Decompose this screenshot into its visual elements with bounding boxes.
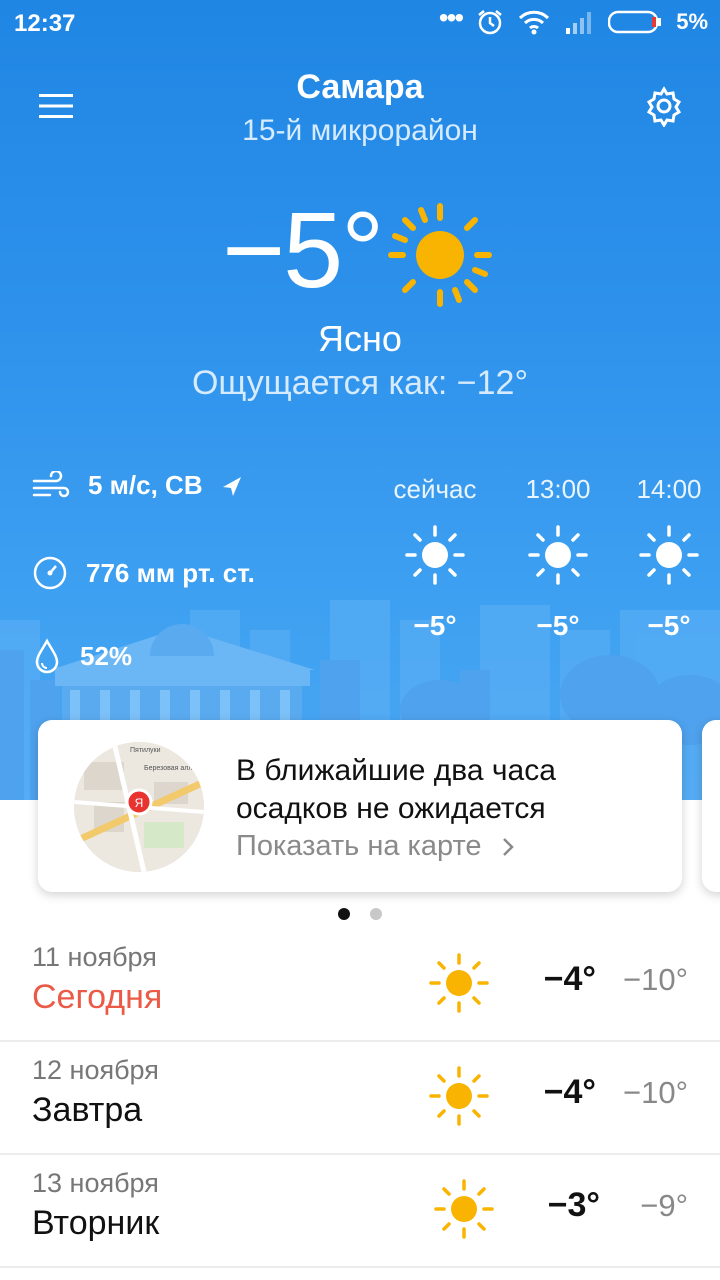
pager-dot[interactable]	[370, 908, 382, 920]
wind-detail: 5 м/с, СВ	[32, 470, 243, 501]
pressure-detail: 776 мм рт. ст.	[32, 555, 255, 591]
battery-percent: 5%	[676, 9, 708, 34]
show-on-map-link[interactable]: Показать на карте	[236, 830, 516, 863]
status-bar: 12:37 ••• 5%	[0, 0, 720, 50]
forecast-min-temp: −10°	[623, 962, 688, 997]
current-temperature: −5°	[222, 189, 384, 310]
pressure-gauge-icon	[33, 556, 67, 590]
precipitation-card[interactable]: Пятилуки Березовая аллея Я В ближайшие д…	[38, 720, 682, 892]
hour-label: сейчас	[393, 474, 477, 504]
hourly-item[interactable]: 14:00 −5°	[614, 474, 720, 642]
sun-icon	[405, 525, 465, 585]
forecast-date: 11 ноября	[32, 942, 157, 972]
forecast-date: 12 ноября	[32, 1055, 159, 1085]
humidity-value: 52%	[80, 640, 133, 671]
sun-icon	[429, 1066, 489, 1126]
sun-icon	[434, 1179, 494, 1239]
weather-condition: Ясно	[318, 318, 402, 359]
humidity-drop-icon	[35, 638, 59, 674]
pager-dot-active[interactable]	[338, 908, 350, 920]
forecast-max-temp: −4°	[543, 960, 596, 998]
settings-button[interactable]	[636, 78, 692, 134]
forecast-row[interactable]: 13 ноября Вторник −3° −9°	[0, 1154, 720, 1268]
hourly-item[interactable]: 13:00 −5°	[503, 474, 613, 642]
forecast-day-name: Вторник	[32, 1204, 160, 1242]
signal-icon	[566, 12, 592, 34]
sun-icon	[429, 953, 489, 1013]
wind-value: 5 м/с, СВ	[88, 470, 203, 500]
map-label: Березовая аллея	[144, 765, 200, 772]
next-card-peek[interactable]	[702, 720, 720, 892]
forecast-day-name: Сегодня	[32, 978, 163, 1016]
more-dots-icon: •••	[438, 2, 464, 33]
city-name[interactable]: Самара	[0, 68, 720, 107]
forecast-date: 13 ноября	[32, 1168, 159, 1198]
sun-icon	[388, 203, 492, 307]
forecast-max-temp: −3°	[547, 1186, 600, 1224]
forecast-row[interactable]: 11 ноября Сегодня −4° −10°	[0, 928, 720, 1042]
sun-icon	[639, 525, 699, 585]
pressure-value: 776 мм рт. ст.	[86, 557, 255, 588]
status-time: 12:37	[14, 10, 76, 37]
hour-temperature: −5°	[413, 610, 457, 641]
precipitation-message: В ближайшие два часа осадков не ожидаетс…	[236, 754, 556, 825]
forecast-min-temp: −9°	[640, 1188, 688, 1223]
forecast-min-temp: −10°	[623, 1075, 688, 1110]
show-on-map-label: Показать на карте	[236, 830, 482, 862]
hour-temperature: −5°	[647, 610, 691, 641]
forecast-max-temp: −4°	[543, 1073, 596, 1111]
hour-label: 14:00	[636, 474, 702, 504]
hour-label: 13:00	[525, 474, 591, 504]
wifi-icon	[519, 10, 550, 35]
alarm-icon	[478, 10, 502, 35]
card-pager	[0, 908, 720, 920]
district-name[interactable]: 15-й микрорайон	[0, 114, 720, 148]
forecast-day-name: Завтра	[32, 1091, 143, 1129]
hour-temperature: −5°	[536, 610, 580, 641]
map-preview-image: Пятилуки Березовая аллея Я	[74, 742, 204, 872]
gear-icon	[646, 86, 682, 127]
chevron-right-icon	[502, 838, 514, 857]
wind-icon	[32, 470, 70, 497]
map-label: Пятилуки	[130, 747, 161, 754]
wind-direction-icon	[222, 476, 241, 496]
feels-like: Ощущается как: −12°	[191, 364, 529, 402]
map-thumbnail[interactable]: Пятилуки Березовая аллея Я	[74, 742, 204, 872]
map-marker-label: Я	[135, 796, 144, 810]
sun-icon	[528, 525, 588, 585]
humidity-detail: 52%	[32, 638, 132, 674]
forecast-row[interactable]: 12 ноября Завтра −4° −10°	[0, 1041, 720, 1155]
status-icons: ••• 5%	[438, 2, 708, 36]
weather-hero: 12:37 ••• 5% Самара 15-й микрорайон −5°	[0, 0, 720, 800]
battery-icon	[608, 10, 662, 34]
hourly-item[interactable]: сейчас −5°	[380, 474, 490, 642]
